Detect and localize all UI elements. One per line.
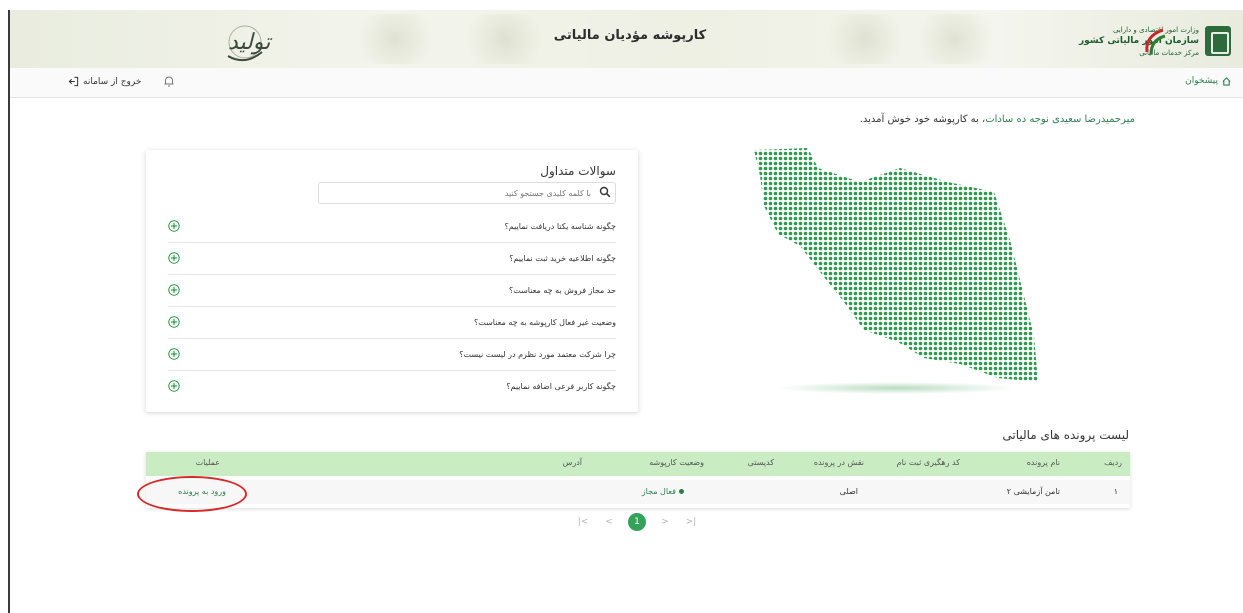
slogan-logo-text: تولید	[228, 30, 271, 55]
prev-page-button[interactable]: <	[602, 517, 616, 527]
tax-files-title: لیست پرونده های مالیاتی	[1002, 428, 1129, 442]
expand-plus-icon[interactable]	[168, 220, 180, 232]
col-header-postal: کدپستی	[747, 458, 774, 467]
header-ornament	[350, 14, 440, 64]
faq-question: چگونه اطلاعیه خرید ثبت نماییم؟	[509, 253, 616, 263]
current-page-button[interactable]: 1	[628, 513, 646, 531]
user-name: میرحمیدرضا سعیدی نوجه ده سادات	[985, 114, 1135, 125]
faq-title: سوالات متداول	[540, 164, 616, 178]
faq-question: چگونه کاربر فرعی اضافه نماییم؟	[506, 381, 616, 391]
map-shadow	[776, 382, 1016, 394]
iran-map-dots	[754, 148, 1038, 382]
top-toolbar: پیشخوان خروج از سامانه	[10, 68, 1243, 98]
col-header-actions: عملیات	[195, 458, 220, 467]
faq-search-input[interactable]	[329, 183, 593, 203]
notifications-bell-icon[interactable]	[162, 74, 176, 88]
expand-plus-icon[interactable]	[168, 252, 180, 264]
cell-role: اصلی	[839, 487, 858, 496]
search-icon[interactable]	[599, 186, 611, 198]
tax-org-logo: وزارت امور اقتصادی و دارایی سازمان امور …	[1079, 24, 1231, 64]
status-label: فعال مجاز	[641, 487, 676, 496]
status-badge: فعال مجاز	[642, 487, 684, 496]
col-header-status: وضعیت کارپوشه	[649, 458, 704, 467]
welcome-suffix: ، به کارپوشه خود خوش آمدید.	[859, 114, 986, 125]
faq-item[interactable]: چگونه اطلاعیه خرید ثبت نماییم؟	[168, 242, 616, 275]
cell-file-name: تامن آزمایشی ۲	[1006, 487, 1060, 496]
first-page-button[interactable]: |<	[576, 517, 590, 527]
iran-map-illustration	[754, 148, 1038, 394]
page-title: کارپوشه مؤدیان مالیاتی	[553, 28, 707, 43]
col-header-name: نام پرونده	[1026, 458, 1060, 467]
faq-item[interactable]: وضعیت غیر فعال کارپوشه به چه معناست؟	[168, 306, 616, 339]
faq-item[interactable]: چرا شرکت معتمد مورد نظرم در لیست نیست؟	[168, 338, 616, 371]
welcome-message: میرحمیدرضا سعیدی نوجه ده سادات، به کارپو…	[860, 114, 1135, 125]
faq-question: چگونه شناسه یکتا دریافت نماییم؟	[504, 221, 617, 231]
col-header-row: ردیف	[1104, 458, 1122, 467]
faq-search-box	[318, 182, 616, 204]
expand-plus-icon[interactable]	[168, 380, 180, 392]
app-header: تولید کارپوشه مؤدیان مالیاتی وزارت امور …	[10, 10, 1243, 69]
table-row: ۱ تامن آزمایشی ۲ اصلی فعال مجاز ورود به …	[146, 480, 1130, 504]
faq-item[interactable]: چگونه شناسه یکتا دریافت نماییم؟	[168, 210, 616, 243]
flag-swoosh-icon	[1145, 28, 1166, 55]
window-edge	[8, 10, 10, 613]
last-page-button[interactable]: >|	[684, 517, 698, 527]
table-header-row: ردیف نام پرونده کد رهگیری ثبت نام نقش در…	[146, 452, 1130, 476]
logout-icon	[68, 76, 79, 87]
status-dot-icon	[679, 489, 684, 494]
header-ornament	[820, 14, 910, 64]
expand-plus-icon[interactable]	[168, 284, 180, 296]
org-name: سازمان امور مالیاتی کشور	[1078, 36, 1199, 46]
home-icon	[1222, 76, 1231, 86]
expand-plus-icon[interactable]	[168, 316, 180, 328]
logout-button[interactable]: خروج از سامانه	[68, 76, 141, 87]
tax-files-table: ردیف نام پرونده کد رهگیری ثبت نام نقش در…	[146, 452, 1130, 508]
header-ornament	[910, 14, 1000, 64]
faq-item[interactable]: حد مجاز فروش به چه معناست؟	[168, 274, 616, 307]
faq-item[interactable]: چگونه کاربر فرعی اضافه نماییم؟	[168, 370, 616, 402]
faq-question: چرا شرکت معتمد مورد نظرم در لیست نیست؟	[459, 349, 616, 359]
dashboard-link[interactable]: پیشخوان	[1185, 76, 1231, 86]
col-header-role: نقش در پرونده	[813, 458, 864, 467]
faq-question: وضعیت غیر فعال کارپوشه به چه معناست؟	[474, 317, 616, 327]
cell-row-number: ۱	[1113, 487, 1118, 496]
faq-question: حد مجاز فروش به چه معناست؟	[508, 285, 616, 295]
next-page-button[interactable]: >	[658, 517, 672, 527]
annotation-highlight-ellipse	[137, 476, 247, 512]
tax-org-emblem-icon	[1205, 26, 1231, 56]
logout-label: خروج از سامانه	[83, 76, 142, 87]
dashboard-link-label: پیشخوان	[1185, 76, 1218, 86]
col-header-tracking: کد رهگیری ثبت نام	[896, 458, 960, 467]
expand-plus-icon[interactable]	[168, 348, 180, 360]
faq-card: سوالات متداول چگونه شناسه یکتا دریافت نم…	[146, 150, 638, 412]
col-header-address: آدرس	[562, 458, 582, 467]
pagination: |< < 1 > >|	[576, 512, 698, 532]
